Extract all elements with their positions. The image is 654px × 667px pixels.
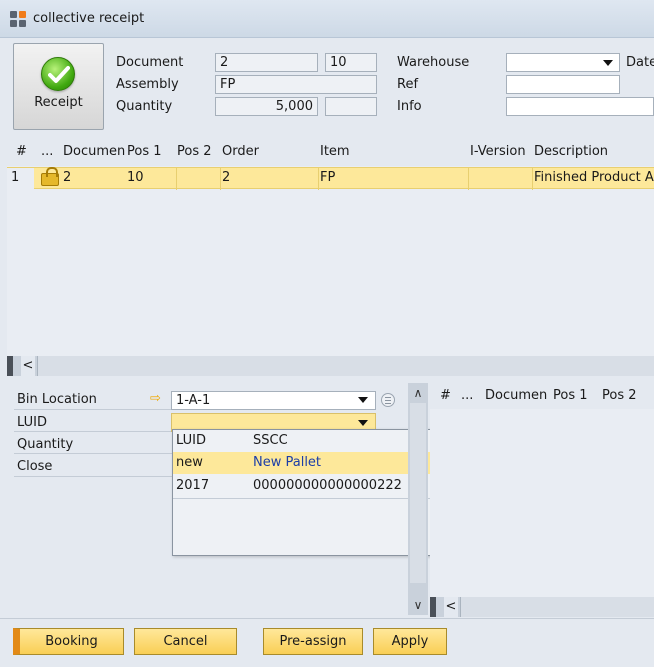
chevron-down-icon[interactable] — [358, 420, 368, 426]
right-col-document[interactable]: Documen — [485, 388, 547, 403]
col-header-order[interactable]: Order — [222, 144, 259, 159]
cell-document: 2 — [63, 170, 72, 185]
apply-button[interactable]: Apply — [373, 628, 447, 655]
chevron-down-icon[interactable]: ∨ — [408, 597, 428, 613]
info-label: Info — [397, 99, 422, 114]
col-header-pos1[interactable]: Pos 1 — [127, 144, 162, 159]
receipt-label: Receipt — [34, 95, 83, 110]
luid-label: LUID — [17, 415, 47, 430]
right-col-pos1[interactable]: Pos 1 — [553, 388, 588, 403]
chevron-down-icon — [603, 60, 613, 66]
table-row[interactable]: 1 2 10 2 FP Finished Product A — [7, 167, 654, 190]
scroll-thumb[interactable] — [410, 403, 426, 583]
document-label: Document — [116, 55, 184, 70]
right-col-pos2[interactable]: Pos 2 — [602, 388, 637, 403]
quantity-field[interactable]: 5,000 — [215, 97, 318, 116]
scroll-thumb[interactable] — [460, 597, 654, 617]
quantity-label: Quantity — [116, 99, 173, 114]
vertical-scrollbar[interactable]: ∧ ∨ — [408, 383, 428, 615]
right-grid-horizontal-scrollbar[interactable]: < — [430, 597, 654, 617]
col-header-pos2[interactable]: Pos 2 — [177, 144, 212, 159]
row-num: 1 — [11, 170, 20, 185]
bin-location-label: Bin Location — [17, 392, 97, 407]
option-luid: new — [176, 455, 203, 470]
col-header-more[interactable]: ... — [41, 144, 53, 159]
form-quantity-label: Quantity — [17, 437, 74, 452]
assembly-field[interactable]: FP — [215, 75, 377, 94]
scroll-left-arrow-icon[interactable]: < — [444, 597, 458, 617]
chevron-down-icon[interactable] — [358, 397, 368, 403]
grid-body: 1 2 10 2 FP Finished Product A — [7, 166, 654, 356]
cell-pos1: 10 — [127, 170, 144, 185]
app-icon — [10, 11, 28, 29]
grid-header: # ... Documen Pos 1 Pos 2 Order Item I-V… — [7, 140, 654, 166]
cell-description: Finished Product A — [534, 170, 654, 185]
grid-horizontal-scrollbar[interactable]: < — [7, 356, 654, 376]
option-sscc: 000000000000000222 — [253, 478, 402, 493]
document-pos-field[interactable]: 10 — [325, 53, 377, 72]
scroll-thumb[interactable] — [37, 356, 654, 376]
cancel-button[interactable]: Cancel — [134, 628, 237, 655]
quantity-unit-field[interactable] — [325, 97, 377, 116]
bin-location-select[interactable]: 1-A-1 — [171, 391, 376, 410]
list-icon[interactable] — [381, 393, 395, 407]
lock-icon — [41, 167, 59, 186]
title-bar: collective receipt — [0, 0, 654, 38]
window-title: collective receipt — [33, 11, 145, 26]
dropdown-header-row: LUID SSCC — [173, 430, 445, 452]
chevron-up-icon[interactable]: ∧ — [408, 385, 428, 401]
dropdown-option[interactable]: new New Pallet — [173, 452, 445, 474]
booking-button[interactable]: Booking — [13, 628, 124, 655]
close-label: Close — [17, 459, 53, 474]
ref-field[interactable] — [506, 75, 620, 94]
dropdown-header-luid: LUID — [176, 433, 206, 448]
scroll-left-arrow-icon[interactable]: < — [21, 356, 35, 376]
warehouse-label: Warehouse — [397, 55, 470, 70]
ref-label: Ref — [397, 77, 419, 92]
right-grid: # ... Documen Pos 1 Pos 2 — [430, 383, 654, 598]
luid-dropdown-list: LUID SSCC new New Pallet 2017 0000000000… — [172, 429, 446, 556]
check-icon — [41, 57, 75, 91]
right-col-num[interactable]: # — [440, 388, 451, 403]
cell-order: 2 — [222, 170, 231, 185]
col-header-num[interactable]: # — [16, 144, 27, 159]
col-header-document[interactable]: Documen — [63, 144, 125, 159]
col-header-iversion[interactable]: I-Version — [470, 144, 526, 159]
preassign-button[interactable]: Pre-assign — [263, 628, 363, 655]
assembly-label: Assembly — [116, 77, 179, 92]
dropdown-header-sscc: SSCC — [253, 433, 288, 448]
button-bar: Booking Cancel Pre-assign Apply — [0, 618, 654, 667]
receipt-button[interactable]: Receipt — [13, 43, 104, 130]
option-luid: 2017 — [176, 478, 210, 493]
document-field[interactable]: 2 — [215, 53, 318, 72]
col-header-item[interactable]: Item — [320, 144, 350, 159]
arrow-right-icon: ⇨ — [150, 391, 161, 406]
warehouse-select[interactable] — [506, 53, 620, 72]
col-header-description[interactable]: Description — [534, 144, 608, 159]
option-sscc: New Pallet — [253, 455, 322, 470]
dropdown-option[interactable]: 2017 000000000000000222 — [173, 475, 445, 497]
info-field[interactable] — [506, 97, 654, 116]
cell-item: FP — [320, 170, 336, 185]
right-col-more[interactable]: ... — [461, 388, 473, 403]
date-label: Date — [626, 55, 654, 70]
